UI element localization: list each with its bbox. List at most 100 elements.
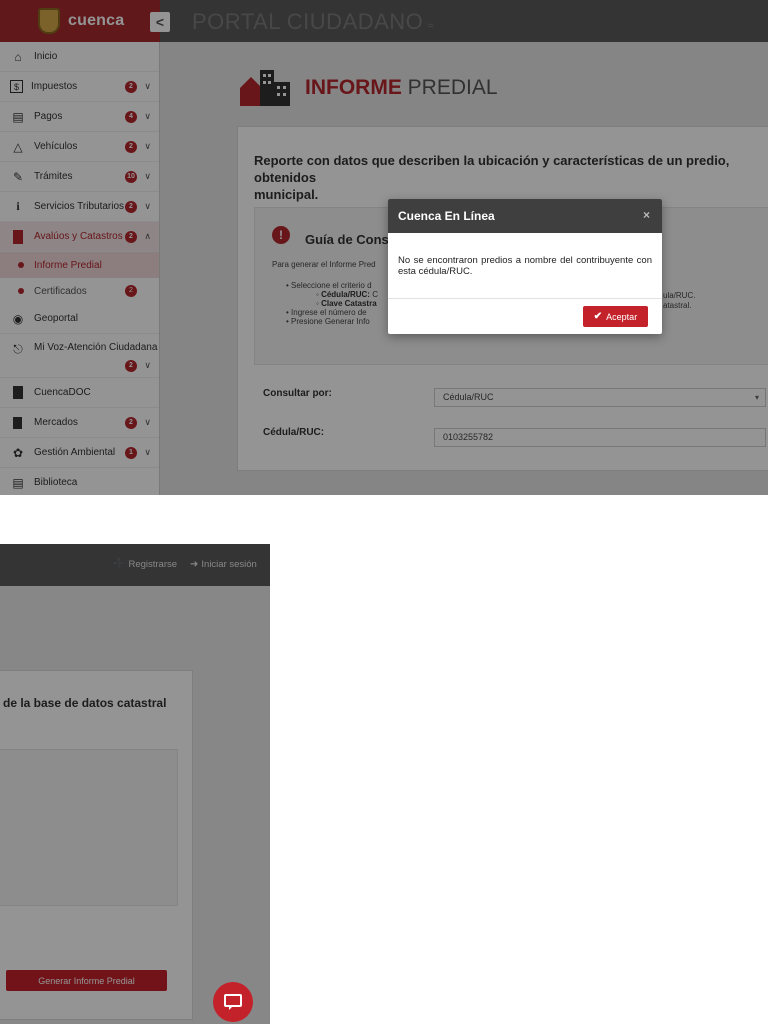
book-icon: ▤ — [12, 475, 24, 490]
close-icon[interactable]: × — [643, 208, 650, 222]
info-icon: i — [16, 199, 20, 213]
chat-icon — [224, 994, 242, 1010]
guide-text-fragment: atastral. — [663, 301, 692, 310]
brand-logo[interactable]: cuenca — [0, 0, 160, 42]
portal-window-right-part: ➕ Registrarse ➜ Iniciar sesión de la bas… — [0, 544, 270, 1024]
chevron-down-icon: ∨ — [144, 81, 151, 91]
page-description-line1: Reporte con datos que describen la ubica… — [254, 153, 730, 185]
notification-badge: 2 — [125, 230, 137, 243]
chevron-down-icon: ∨ — [144, 201, 151, 211]
sidebar-item-inicio[interactable]: ⌂ Inicio — [0, 42, 159, 72]
cedula-ruc-input[interactable]: 0103255782 — [434, 428, 766, 447]
sidebar-item-label: Geoportal — [34, 313, 78, 324]
sidebar-item-avaluos-catastros[interactable]: Avalúos y Catastros 2 ∧ — [0, 222, 159, 252]
top-navbar: cuenca < PORTAL CIUDADANO ≈ — [0, 0, 768, 42]
consultar-por-value: Cédula/RUC — [443, 392, 494, 402]
page-description-tail: de la base de datos catastral — [3, 696, 167, 710]
bullet-icon — [18, 262, 24, 268]
guide-title: Guía de Consu — [305, 232, 397, 247]
chevron-down-icon: ∨ — [144, 171, 151, 181]
bookmark-icon — [13, 416, 22, 429]
home-icon: ⌂ — [14, 49, 22, 64]
sidebar-item-cuencadoc[interactable]: CuencaDOC — [0, 378, 159, 408]
notification-badge: 2 — [125, 416, 137, 429]
chevron-up-icon: ∧ — [144, 231, 151, 241]
chevron-down-icon: ∨ — [144, 417, 151, 427]
sidebar-item-label: Mi Voz-Atención Ciudadana — [34, 342, 158, 353]
sidebar-item-label: Gestión Ambiental — [34, 447, 116, 458]
sidebar-subitem-label: Certificados — [34, 285, 87, 297]
sidebar-menu: ⌂ Inicio $ Impuestos 2 ∨ ▤ Pagos 4 ∨ △ V… — [0, 42, 160, 495]
sidebar-item-biblioteca[interactable]: ▤ Biblioteca — [0, 468, 159, 495]
file-icon — [13, 386, 23, 399]
sidebar-subitem-label: Informe Predial — [34, 259, 102, 271]
page-title-rest: PREDIAL — [407, 76, 498, 99]
money-icon: ▤ — [12, 109, 24, 124]
sidebar-subitem-informe-predial[interactable]: Informe Predial — [0, 252, 159, 278]
accept-button[interactable]: ✔ Aceptar — [583, 306, 648, 327]
register-link[interactable]: ➕ Registrarse — [113, 559, 177, 570]
sidebar-item-label: Impuestos — [31, 81, 78, 92]
check-icon: ✔ — [593, 311, 603, 322]
accept-button-label: Aceptar — [606, 311, 638, 322]
bullet-icon — [18, 288, 24, 294]
portal-title-text: PORTAL CIUDADANO — [192, 9, 424, 34]
sidebar-item-label: Inicio — [34, 51, 58, 62]
modal-title: Cuenca En Línea — [398, 209, 495, 223]
sidebar-item-mercados[interactable]: Mercados 2 ∨ — [0, 408, 159, 438]
page-title-accent: INFORME — [305, 76, 402, 99]
login-link[interactable]: ➜ Iniciar sesión — [190, 559, 257, 570]
building-icon — [13, 229, 23, 244]
sidebar-item-vehiculos[interactable]: △ Vehículos 2 ∨ — [0, 132, 159, 162]
cedula-ruc-label: Cédula/RUC: — [263, 427, 325, 438]
caret-down-icon: ▾ — [754, 393, 759, 402]
leaf-icon: ✿ — [12, 445, 24, 460]
chevron-down-icon: ∨ — [144, 141, 151, 151]
register-label: Registrarse — [128, 559, 178, 570]
page-description: Reporte con datos que describen la ubica… — [254, 152, 768, 203]
notification-badge: 1 — [125, 446, 137, 459]
notification-badge: 2 — [125, 200, 137, 213]
notification-badge: 2 — [125, 80, 137, 93]
modal-header: Cuenca En Línea × — [388, 199, 662, 233]
modal-message: No se encontraron predios a nombre del c… — [398, 255, 652, 277]
consultar-por-select[interactable]: Cédula/RUC ▾ — [434, 388, 766, 407]
sidebar-item-label: Mercados — [34, 417, 78, 428]
sidebar-item-label: Avalúos y Catastros — [34, 231, 123, 242]
chat-button[interactable] — [213, 982, 253, 1022]
document-hand-icon: ✎ — [12, 169, 24, 184]
sidebar-item-geoportal[interactable]: ◉ Geoportal — [0, 304, 159, 334]
sidebar-item-label: Vehículos — [34, 141, 78, 152]
sidebar-item-tramites[interactable]: ✎ Trámites 10 ∨ — [0, 162, 159, 192]
sidebar-item-label: Servicios Tributarios — [34, 201, 125, 212]
portal-window: cuenca < PORTAL CIUDADANO ≈ ⌂ Inicio $ Im… — [0, 0, 768, 495]
guide-text-fragment: ula/RUC. — [663, 291, 696, 300]
sidebar-item-servicios-tributarios[interactable]: i Servicios Tributarios 2 ∨ — [0, 192, 159, 222]
chevron-down-icon: ∨ — [144, 111, 151, 121]
sidebar-item-label: Trámites — [34, 171, 73, 182]
rss-icon: ≈ — [427, 20, 434, 32]
property-buildings-icon — [240, 70, 290, 106]
car-icon: △ — [13, 139, 23, 154]
cedula-ruc-value: 0103255782 — [443, 432, 494, 442]
chevron-down-icon: ∨ — [144, 360, 151, 370]
notification-badge: 2 — [125, 140, 137, 153]
notification-badge: 10 — [125, 170, 137, 183]
sidebar-item-label: Pagos — [34, 111, 63, 122]
notification-badge: 2 — [125, 360, 137, 372]
sidebar-item-mi-voz[interactable]: ⎋ Mi Voz-Atención Ciudadana 2 ∨ — [0, 334, 159, 378]
sidebar-item-pagos[interactable]: ▤ Pagos 4 ∨ — [0, 102, 159, 132]
sign-in-icon: ➜ — [190, 559, 199, 570]
cuenca-shield-icon — [38, 8, 60, 34]
generate-report-button[interactable]: Generar Informe Predial — [6, 970, 167, 991]
sidebar-item-impuestos[interactable]: $ Impuestos 2 ∨ — [0, 72, 159, 102]
modal-divider — [388, 298, 662, 299]
sidebar-subitem-certificados[interactable]: Certificados 2 — [0, 278, 159, 304]
top-navbar: ➕ Registrarse ➜ Iniciar sesión — [0, 544, 270, 586]
chevron-down-icon: ∨ — [144, 447, 151, 457]
sidebar-collapse-button[interactable]: < — [150, 12, 170, 32]
sidebar-item-gestion-ambiental[interactable]: ✿ Gestión Ambiental 1 ∨ — [0, 438, 159, 468]
guide-box — [0, 749, 178, 906]
login-label: Iniciar sesión — [201, 559, 257, 570]
consultar-por-label: Consultar por: — [263, 388, 332, 399]
